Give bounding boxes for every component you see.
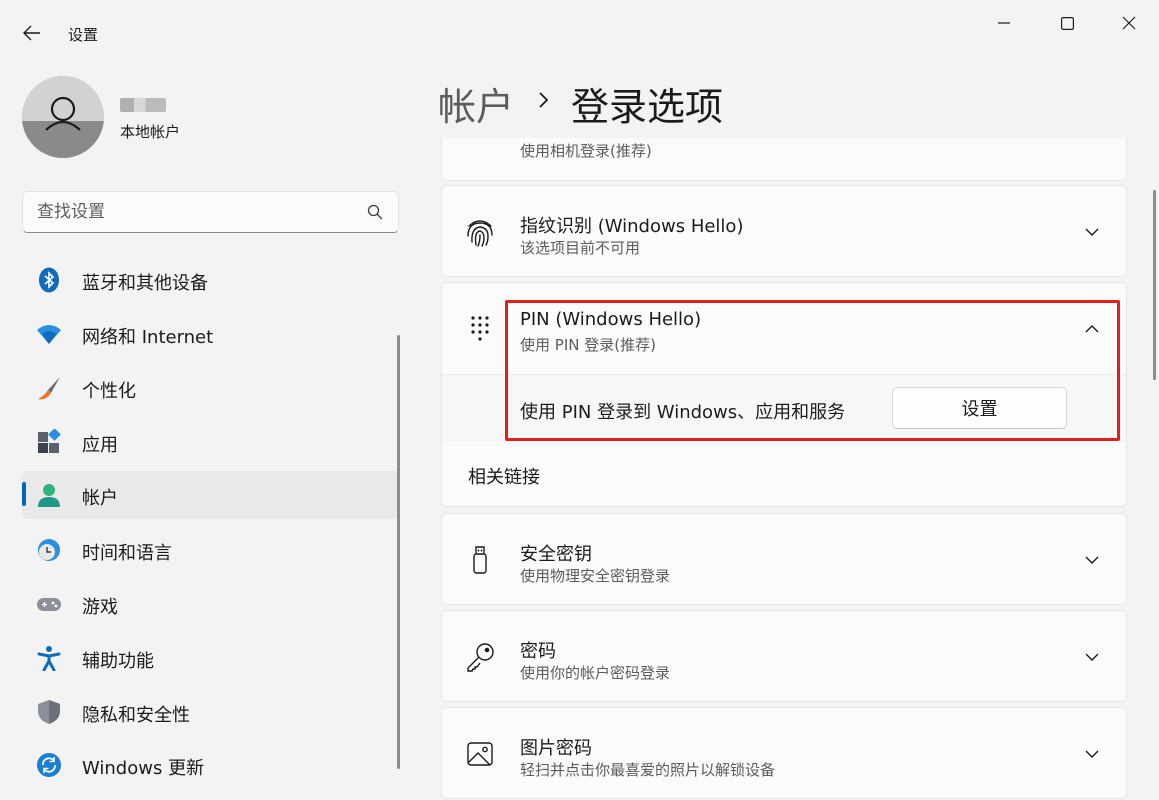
sidebar-item-time-language[interactable]: 时间和语言 (22, 526, 398, 574)
keypad-icon (471, 316, 489, 341)
key-icon (467, 643, 494, 672)
password-title: 密码 (520, 641, 556, 662)
pin-setup-button[interactable]: 设置 (892, 387, 1067, 429)
user-silhouette-icon (22, 76, 104, 158)
security-key-title: 安全密钥 (520, 544, 592, 565)
picture-password-option-card[interactable]: 图片密码 轻扫并点击你最喜爱的照片以解锁设备 (441, 707, 1127, 799)
avatar[interactable] (22, 76, 104, 158)
chevron-down-icon[interactable] (1084, 552, 1100, 568)
pin-subtitle: 使用 PIN 登录(推荐) (520, 336, 656, 354)
sidebar-item-accessibility[interactable]: 辅助功能 (22, 634, 398, 682)
chevron-right-icon (539, 92, 549, 108)
sidebar-item-apps[interactable]: 应用 (22, 418, 398, 466)
sidebar-item-label: 游戏 (82, 597, 118, 618)
username-redacted (120, 98, 166, 112)
related-links-label: 相关链接 (468, 467, 540, 488)
sidebar-scrollbar[interactable] (397, 335, 400, 769)
image-icon (467, 742, 493, 766)
sidebar-item-personalization[interactable]: 个性化 (22, 364, 398, 412)
camera-option-card[interactable]: 使用相机登录(推荐) (441, 138, 1127, 181)
sidebar-item-label: 网络和 Internet (82, 327, 214, 348)
sidebar-item-network[interactable]: 网络和 Internet (22, 310, 398, 358)
gamepad-icon (37, 598, 61, 611)
sidebar-item-accounts[interactable]: 帐户 (22, 471, 398, 519)
clock-globe-icon (38, 539, 60, 561)
brush-icon (38, 377, 60, 400)
maximize-button[interactable] (1044, 8, 1090, 38)
usb-key-icon (473, 546, 487, 574)
search-box[interactable] (22, 191, 399, 233)
fingerprint-option-card[interactable]: 指纹识别 (Windows Hello) 该选项目前不可用 (441, 185, 1127, 277)
security-key-option-card[interactable]: 安全密钥 使用物理安全密钥登录 (441, 513, 1127, 605)
sidebar-item-windows-update[interactable]: Windows 更新 (22, 741, 398, 789)
back-button[interactable] (14, 16, 50, 50)
bluetooth-icon (39, 267, 59, 293)
close-icon (1122, 16, 1136, 30)
page-title: 登录选项 (571, 85, 724, 129)
chevron-down-icon[interactable] (1084, 224, 1100, 240)
minimize-icon (998, 22, 1010, 24)
sidebar-item-label: 应用 (82, 435, 118, 456)
accessibility-icon (37, 646, 61, 671)
shield-icon (38, 700, 60, 724)
account-icon (38, 484, 60, 507)
sidebar-item-label: 帐户 (82, 488, 118, 509)
fingerprint-subtitle: 该选项目前不可用 (520, 239, 641, 257)
chevron-down-icon[interactable] (1084, 649, 1100, 665)
arrow-left-icon (23, 25, 40, 41)
account-type: 本地帐户 (120, 123, 181, 141)
sidebar-item-label: 隐私和安全性 (82, 705, 190, 726)
chevron-up-icon[interactable] (1084, 321, 1100, 337)
sidebar-item-bluetooth[interactable]: 蓝牙和其他设备 (22, 256, 398, 304)
close-button[interactable] (1106, 8, 1152, 38)
sidebar-item-privacy[interactable]: 隐私和安全性 (22, 688, 398, 736)
password-subtitle: 使用你的帐户密码登录 (520, 664, 671, 682)
app-title: 设置 (68, 26, 99, 44)
fingerprint-icon (467, 220, 493, 247)
active-indicator (22, 482, 26, 506)
security-key-subtitle: 使用物理安全密钥登录 (520, 567, 671, 585)
picture-password-subtitle: 轻扫并点击你最喜爱的照片以解锁设备 (520, 761, 776, 779)
search-input[interactable] (37, 192, 357, 232)
wifi-icon (37, 325, 61, 344)
breadcrumb-parent[interactable]: 帐户 (438, 76, 514, 131)
search-icon[interactable] (366, 203, 384, 221)
sidebar-item-gaming[interactable]: 游戏 (22, 580, 398, 628)
sidebar-item-label: 辅助功能 (82, 651, 154, 672)
maximize-icon (1060, 16, 1074, 30)
camera-option-subtitle: 使用相机登录(推荐) (520, 142, 652, 160)
pin-description: 使用 PIN 登录到 Windows、应用和服务 (520, 402, 846, 423)
update-icon (37, 753, 61, 777)
sidebar-item-label: 时间和语言 (82, 543, 172, 564)
content-scrollbar[interactable] (1153, 190, 1156, 380)
sidebar-item-label: 蓝牙和其他设备 (82, 273, 208, 294)
pin-title: PIN (Windows Hello) (520, 309, 702, 330)
password-option-card[interactable]: 密码 使用你的帐户密码登录 (441, 610, 1127, 702)
apps-icon (38, 429, 61, 453)
picture-password-title: 图片密码 (520, 738, 592, 759)
fingerprint-title: 指纹识别 (Windows Hello) (520, 216, 744, 237)
chevron-down-icon[interactable] (1084, 746, 1100, 762)
related-links-section (441, 442, 1127, 507)
sidebar-item-label: 个性化 (82, 381, 136, 402)
minimize-button[interactable] (981, 8, 1027, 38)
pin-option-card[interactable]: PIN (Windows Hello) 使用 PIN 登录(推荐) (441, 282, 1127, 375)
sidebar-item-label: Windows 更新 (82, 758, 205, 779)
